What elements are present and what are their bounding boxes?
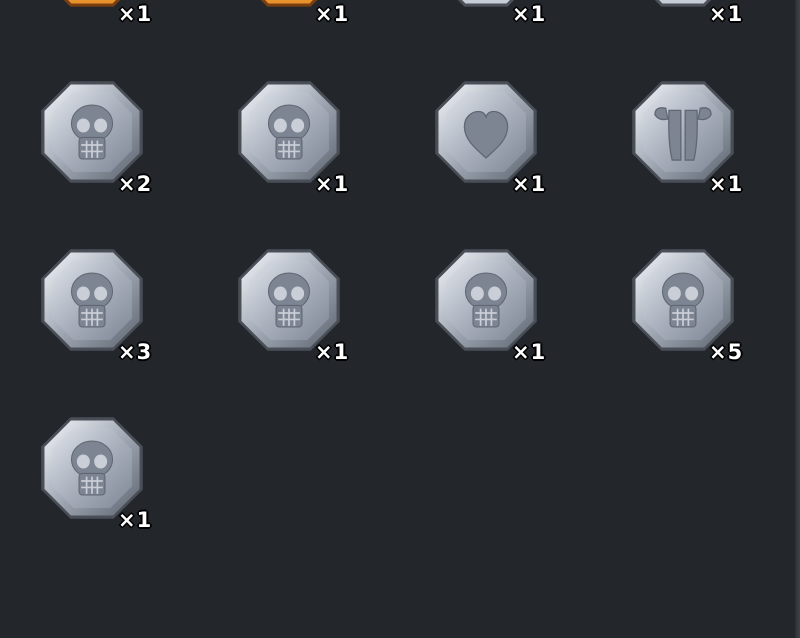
medal-count: ×1 (512, 2, 547, 26)
medal-count: ×1 (315, 2, 350, 26)
medal-count: ×1 (709, 172, 744, 196)
medal-slot[interactable]: ×1 (38, 414, 168, 534)
medal-slot[interactable]: ×1 (432, 246, 562, 366)
skull-medal-icon (629, 246, 737, 354)
medal-count: ×1 (512, 340, 547, 364)
medal-slot[interactable]: ×1 (38, 0, 168, 26)
right-edge-divider (795, 0, 800, 638)
medal-count: ×1 (118, 2, 153, 26)
medal-slot[interactable]: ×1 (629, 0, 759, 26)
medal-slot[interactable]: ×1 (235, 78, 365, 198)
medal-count: ×1 (118, 508, 153, 532)
heart-medal-icon (432, 78, 540, 186)
medal-count: ×1 (512, 172, 547, 196)
medal-count: ×1 (709, 2, 744, 26)
medal-slot[interactable]: ×2 (38, 78, 168, 198)
armor-medal-icon (629, 78, 737, 186)
medal-count: ×5 (709, 340, 744, 364)
skull-medal-icon (432, 246, 540, 354)
skull-medal-icon (38, 414, 146, 522)
medal-slot[interactable]: ×1 (629, 78, 759, 198)
medal-slot[interactable]: ×1 (235, 246, 365, 366)
medal-slot[interactable]: ×1 (432, 0, 562, 26)
medal-count: ×3 (118, 340, 153, 364)
medal-slot[interactable]: ×3 (38, 246, 168, 366)
medal-slot[interactable]: ×1 (235, 0, 365, 26)
medal-slot[interactable]: ×5 (629, 246, 759, 366)
medal-count: ×1 (315, 340, 350, 364)
skull-medal-icon (38, 246, 146, 354)
medal-slot[interactable]: ×1 (432, 78, 562, 198)
skull-medal-icon (38, 78, 146, 186)
skull-medal-icon (235, 78, 343, 186)
medal-count: ×1 (315, 172, 350, 196)
medal-count: ×2 (118, 172, 153, 196)
medal-inventory-grid: ×1 ×1 ×1 ×1 ×2 ×1 ×1 ×1 ×3 ×1 ×1 ×5 ×1 (0, 0, 800, 638)
skull-medal-icon (235, 246, 343, 354)
